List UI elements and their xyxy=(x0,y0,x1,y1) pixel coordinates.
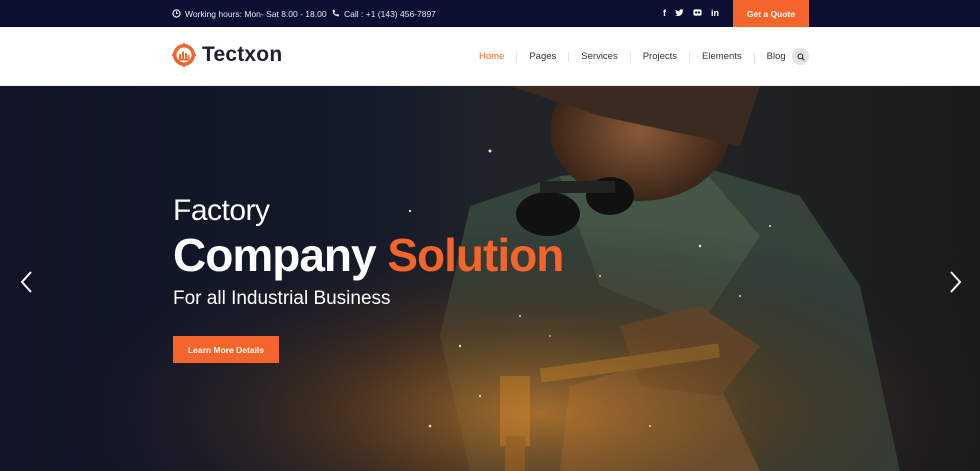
phone-icon xyxy=(332,9,340,17)
learn-more-button[interactable]: Learn More Details xyxy=(173,336,279,363)
linkedin-icon[interactable]: in xyxy=(711,9,719,18)
main-header: Tectxon Home Pages Services Projects Ele… xyxy=(0,27,980,86)
working-hours: Working hours: Mon- Sat 8.00 - 18.00 xyxy=(172,0,327,27)
get-a-quote-button[interactable]: Get a Quote xyxy=(733,0,809,27)
hero-subtitle: For all Industrial Business xyxy=(173,288,391,309)
call-text[interactable]: Call : +1 (143) 456-7897 xyxy=(344,9,436,19)
search-icon xyxy=(796,52,805,61)
logo[interactable]: Tectxon xyxy=(172,43,282,67)
chevron-left-icon[interactable] xyxy=(19,270,33,294)
nav-home[interactable]: Home xyxy=(467,51,518,62)
nav-elements[interactable]: Elements xyxy=(690,51,755,62)
nav-projects[interactable]: Projects xyxy=(631,51,691,62)
logo-text: Tectxon xyxy=(202,43,283,66)
nav-services[interactable]: Services xyxy=(569,51,631,62)
hero-title-line1: Factory xyxy=(173,194,270,227)
twitter-icon[interactable] xyxy=(675,8,684,19)
chevron-right-icon[interactable] xyxy=(949,270,963,294)
main-nav: Home Pages Services Projects Elements Bl… xyxy=(467,27,798,86)
nav-pages[interactable]: Pages xyxy=(517,51,570,62)
search-button[interactable] xyxy=(792,48,809,65)
working-hours-text: Working hours: Mon- Sat 8.00 - 18.00 xyxy=(185,8,327,19)
factory-gear-icon xyxy=(172,43,196,67)
call-info: Call : +1 (143) 456-7897 xyxy=(331,0,436,27)
hero-title-accent: Solution xyxy=(387,229,564,281)
hero-title-line2: Company Solution xyxy=(173,228,564,282)
top-bar: Working hours: Mon- Sat 8.00 - 18.00 Cal… xyxy=(0,0,980,27)
hero-title-main: Company xyxy=(173,229,388,281)
clock-icon xyxy=(172,9,181,18)
social-links: f in xyxy=(663,0,719,27)
hero-slider: Factory Company Solution For all Industr… xyxy=(0,86,980,471)
google-plus-icon[interactable] xyxy=(693,8,702,19)
facebook-icon[interactable]: f xyxy=(663,9,666,18)
